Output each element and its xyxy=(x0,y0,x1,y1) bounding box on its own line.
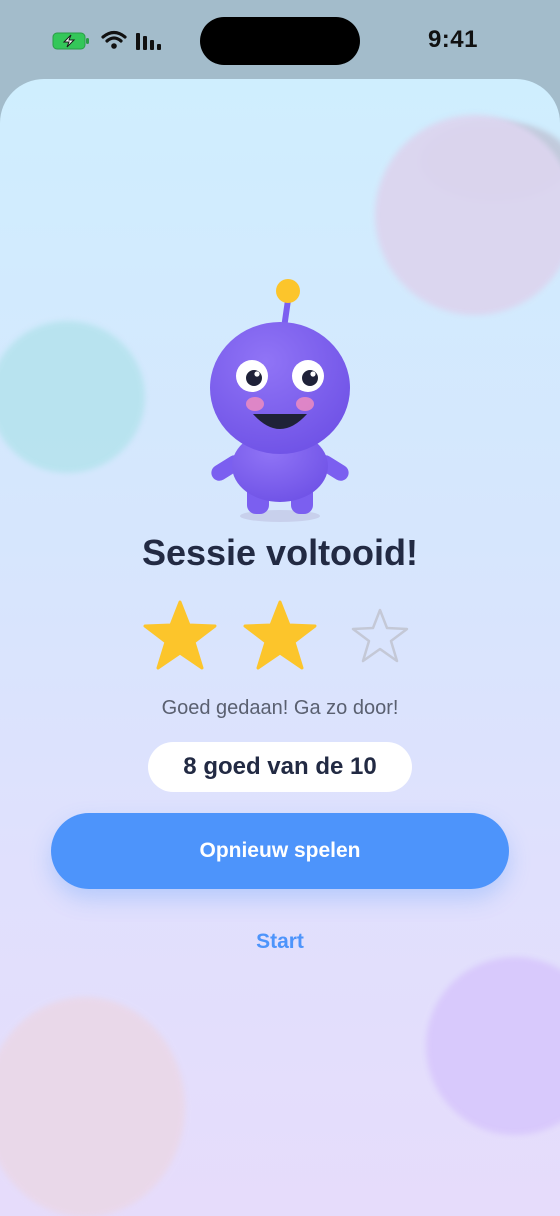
decorative-blob xyxy=(375,115,560,315)
decorative-blob xyxy=(0,321,145,473)
star-filled-icon xyxy=(243,600,317,670)
decorative-blob xyxy=(0,997,185,1216)
battery-charging-icon xyxy=(52,32,89,50)
robot-mascot-illustration xyxy=(210,279,350,522)
star-filled-icon xyxy=(143,600,217,670)
status-time: 9:41 xyxy=(427,26,478,53)
dynamic-island xyxy=(200,17,360,65)
status-bar: 9:41 xyxy=(0,0,560,80)
decorative-blob xyxy=(426,957,560,1135)
cellular-signal-icon xyxy=(136,33,161,50)
play-again-button[interactable]: Opnieuw spelen xyxy=(51,813,509,889)
star-rating xyxy=(140,598,420,674)
start-link[interactable]: Start xyxy=(0,930,560,954)
score-badge: 8 goed van de 10 xyxy=(148,742,412,792)
session-complete-title: Sessie voltooid! xyxy=(141,532,419,573)
wifi-icon xyxy=(101,30,127,49)
encouragement-message: Goed gedaan! Ga zo door! xyxy=(161,697,399,719)
star-empty-icon xyxy=(351,608,409,663)
